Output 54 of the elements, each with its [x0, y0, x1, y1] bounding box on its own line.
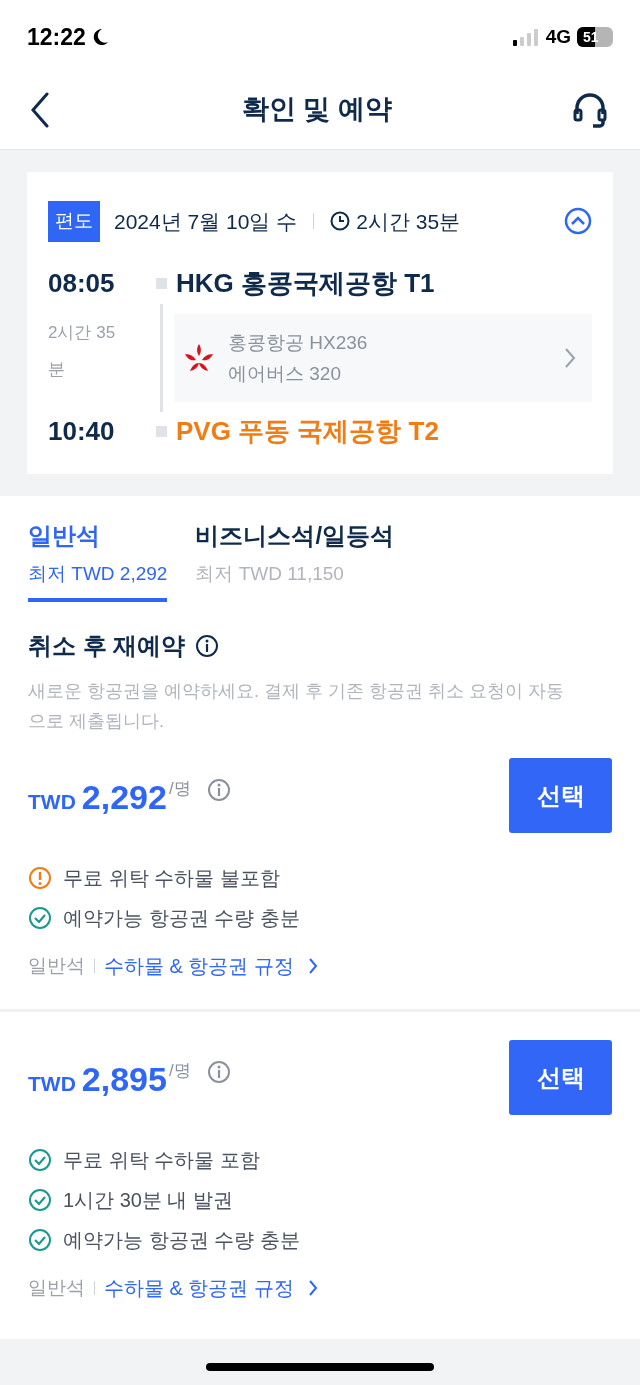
price-currency: TWD — [28, 789, 76, 815]
warning-icon — [28, 866, 52, 890]
network-label: 4G — [545, 24, 571, 49]
signal-icon — [511, 28, 540, 46]
clock-icon — [330, 211, 351, 232]
cabin-tab[interactable]: 일반석 최저 TWD 2,292 — [28, 517, 168, 602]
check-icon — [28, 1228, 52, 1252]
chevron-right-icon — [308, 957, 318, 975]
page-title: 확인 및 예약 — [242, 93, 392, 127]
info-icon — [195, 634, 220, 658]
cabin-tab[interactable]: 비즈니스석/일등석 최저 TWD 11,150 — [195, 517, 395, 602]
feature-text: 예약가능 항공권 수량 충분 — [63, 1228, 300, 1253]
feature-text: 무료 위탁 수하물 불포함 — [63, 866, 280, 891]
flight-duration: 2시간 35분 — [356, 208, 461, 235]
departure-time: 08:05 — [48, 267, 116, 300]
check-icon — [28, 906, 52, 930]
feature-text: 1시간 30분 내 발권 — [63, 1188, 234, 1213]
chevron-right-icon — [564, 346, 576, 369]
departure-airport: HKG 홍콩국제공항 T1 — [175, 267, 436, 300]
collapse-button[interactable] — [564, 207, 592, 236]
airline-row[interactable]: 홍콩항공 HX236 에어버스 320 — [174, 313, 592, 402]
back-icon — [30, 91, 50, 128]
info-icon — [206, 1060, 231, 1084]
select-button[interactable]: 선택 — [509, 1040, 612, 1115]
price-amount: 2,895 — [81, 1059, 167, 1100]
collapse-icon — [564, 207, 592, 236]
section-description: 새로운 항공권을 예약하세요. 결제 후 기존 항공권 취소 요청이 자동으로 제출됩니다. — [28, 680, 565, 733]
check-icon — [28, 1148, 52, 1172]
check-icon — [28, 1188, 52, 1212]
aircraft-type: 에어버스 320 — [228, 361, 342, 386]
airline-flight: 홍콩항공 HX236 — [228, 330, 368, 355]
arrival-time: 10:40 — [48, 415, 116, 448]
cabin-label: 일반석 — [28, 953, 85, 978]
rules-link[interactable]: 수하물 & 항공권 규정 — [104, 1273, 318, 1303]
rules-link[interactable]: 수하물 & 항공권 규정 — [104, 951, 318, 981]
price-amount: 2,292 — [81, 777, 167, 818]
select-button[interactable]: 선택 — [509, 758, 612, 833]
feature-text: 무료 위탁 수하물 포함 — [63, 1148, 260, 1173]
headset-icon — [572, 91, 608, 128]
price-unit: /명 — [168, 778, 191, 800]
feature-text: 예약가능 항공권 수량 충분 — [63, 906, 300, 931]
travel-time: 2시간 35 분 — [48, 321, 117, 381]
price-unit: /명 — [168, 1060, 191, 1082]
timeline-node — [155, 426, 167, 437]
price-currency: TWD — [28, 1071, 76, 1097]
section-title: 취소 후 재예약 — [28, 631, 186, 661]
status-time: 12:22 — [27, 22, 86, 52]
trip-type-tag: 편도 — [48, 201, 100, 242]
info-icon — [206, 778, 231, 802]
chevron-right-icon — [308, 1279, 318, 1297]
timeline-node — [155, 278, 167, 289]
cabin-label: 일반석 — [28, 1275, 85, 1300]
arrival-airport: PVG 푸동 국제공항 T2 — [175, 415, 440, 448]
flight-date: 2024년 7월 10일 수 — [114, 208, 298, 235]
